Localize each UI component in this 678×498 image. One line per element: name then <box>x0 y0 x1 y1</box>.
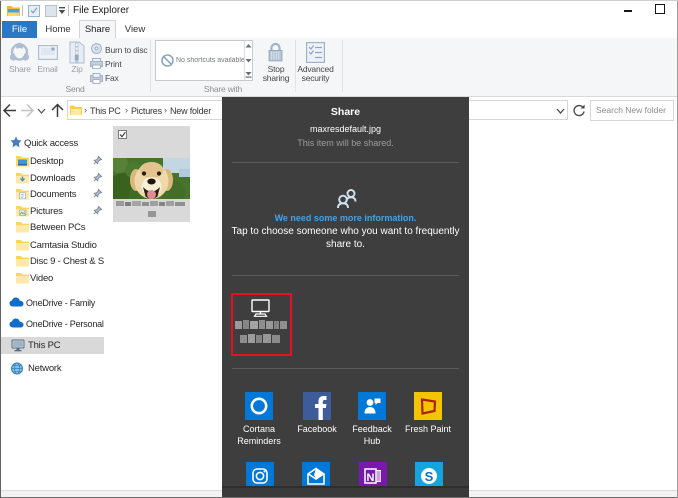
svg-text:N: N <box>366 472 374 484</box>
svg-text:S: S <box>424 469 433 484</box>
